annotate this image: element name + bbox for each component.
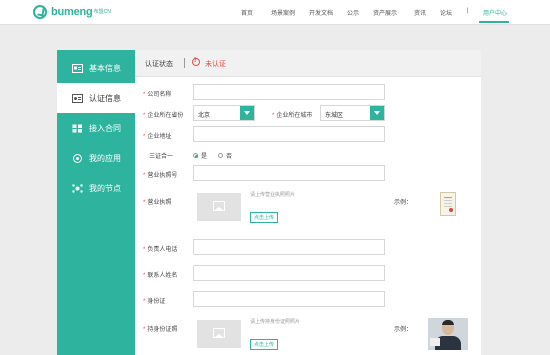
- nav-assets[interactable]: 资产展示: [373, 8, 397, 17]
- auth-status-bar: 认证状态 未认证: [135, 50, 481, 77]
- content-area: 认证状态 未认证 *公司名称 *企业所在省份 北京 *企业所在城市 东城区 *企…: [135, 50, 481, 355]
- node-icon: [72, 183, 83, 193]
- id-photo-example-image: [428, 318, 468, 350]
- sidebar-item-apps[interactable]: 我的应用: [57, 143, 135, 173]
- license-no-input[interactable]: [193, 165, 385, 181]
- license-photo-hint: 请上传营业执照照片: [250, 192, 296, 198]
- nav-cases[interactable]: 场景案例: [271, 8, 295, 17]
- sidebar-item-auth-info[interactable]: 认证信息: [57, 83, 135, 113]
- radio-dot: [193, 153, 198, 158]
- license-example-image: [440, 192, 456, 216]
- status-badge: 未认证: [205, 61, 226, 68]
- logo[interactable]: bumeng 布盟CN: [33, 4, 111, 20]
- nav-forum[interactable]: 论坛: [440, 8, 452, 17]
- city-label: * 企业所在城市: [272, 113, 313, 119]
- three-in-one-label: 三证合一: [149, 154, 174, 160]
- sidebar-item-label: 我的应用: [89, 153, 121, 163]
- city-select[interactable]: 东城区: [320, 105, 385, 121]
- radio-dot: [218, 153, 223, 158]
- license-photo-placeholder: [197, 193, 241, 221]
- nav-user-center[interactable]: 用户中心: [483, 8, 507, 17]
- id-card-input[interactable]: [193, 291, 385, 307]
- chevron-down-icon: [370, 106, 384, 120]
- example-label: 示例：: [394, 200, 413, 206]
- contract-icon: [72, 124, 83, 133]
- sidebar: 基本信息 认证信息 接入合同 我的应用 我的节点: [57, 50, 135, 355]
- sidebar-item-label: 认证信息: [89, 93, 121, 103]
- id-photo-hint: 请上传持身份证照照片: [250, 319, 301, 325]
- license-no-label: * 营业执照号: [143, 173, 178, 179]
- province-select[interactable]: 北京: [193, 105, 255, 121]
- warning-icon: [192, 57, 200, 66]
- contact-name-input[interactable]: [193, 265, 385, 281]
- manager-phone-label: * 负责人电话: [143, 247, 178, 253]
- manager-phone-input[interactable]: [193, 239, 385, 255]
- sidebar-item-nodes[interactable]: 我的节点: [57, 173, 135, 203]
- apps-icon: [72, 153, 83, 163]
- province-label: * 企业所在省份: [143, 113, 184, 119]
- nav-news[interactable]: 资讯: [414, 8, 426, 17]
- status-divider: [184, 58, 185, 68]
- id-card-label: * 身份证: [143, 299, 166, 305]
- nav-home[interactable]: 首页: [241, 8, 253, 17]
- top-navbar: bumeng 布盟CN 首页 场景案例 开发文档 公示 资产展示 资讯 论坛 |…: [0, 0, 550, 25]
- id-photo-placeholder: [197, 320, 241, 348]
- company-name-label: * 公司名称: [143, 92, 172, 98]
- nav-separator: |: [467, 8, 469, 14]
- sidebar-item-label: 基本信息: [89, 63, 121, 73]
- sidebar-item-contract[interactable]: 接入合同: [57, 113, 135, 143]
- license-photo-label: * 营业执照: [143, 200, 172, 206]
- certificate-icon: [72, 93, 83, 103]
- company-name-input[interactable]: [193, 84, 385, 100]
- address-label: * 企业地址: [143, 134, 172, 140]
- sidebar-item-basic-info[interactable]: 基本信息: [57, 53, 135, 83]
- id-card-icon: [72, 63, 83, 73]
- nav-public[interactable]: 公示: [347, 8, 359, 17]
- id-photo-label: * 持身份证照: [143, 327, 178, 333]
- address-input[interactable]: [193, 126, 385, 142]
- id-upload-button[interactable]: 点击上传: [250, 339, 279, 350]
- nav-active-indicator: [479, 21, 509, 23]
- sidebar-item-label: 接入合同: [89, 123, 121, 133]
- nav-docs[interactable]: 开发文档: [309, 8, 333, 17]
- sidebar-item-label: 我的节点: [89, 183, 121, 193]
- radio-yes[interactable]: 是: [193, 151, 207, 160]
- logo-subtext: 布盟CN: [93, 8, 111, 15]
- status-label: 认证状态: [145, 61, 173, 68]
- logo-text: bumeng: [51, 6, 93, 18]
- logo-icon: [33, 5, 47, 19]
- contact-name-label: * 联系人姓名: [143, 273, 178, 279]
- radio-no[interactable]: 否: [218, 151, 232, 160]
- license-upload-button[interactable]: 点击上传: [250, 212, 279, 223]
- main-panel: 基本信息 认证信息 接入合同 我的应用 我的节点 认证状态 ! 未认证 * 公司…: [57, 50, 481, 355]
- chevron-down-icon: [240, 106, 254, 120]
- example-label: 示例：: [394, 327, 413, 333]
